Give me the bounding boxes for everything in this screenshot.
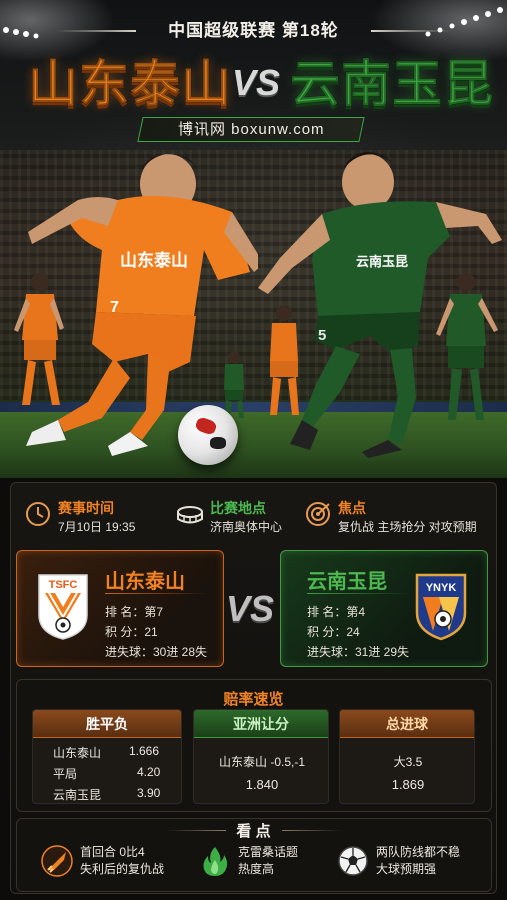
home-jersey-text: 山东泰山 <box>120 250 188 270</box>
home-rank: 排 名：第7 <box>105 605 164 619</box>
away-card-divider <box>307 593 411 594</box>
key-point-item: 首回合 0比4 失利后的复仇战 <box>40 842 190 886</box>
match-time-value: 7月10日 19:35 <box>58 520 136 534</box>
key-point-line1: 两队防线都不稳 <box>376 845 461 859</box>
target-icon <box>306 502 330 526</box>
away-crest-text: YNYK <box>426 582 457 594</box>
away-jersey-text: 云南玉昆 <box>356 254 408 269</box>
key-point-text: 克雷桑话题 热度高 <box>238 844 298 878</box>
away-card-name: 云南玉昆 <box>307 571 387 593</box>
key-point-item: 两队防线都不稳 大球预期强 <box>336 842 486 886</box>
odds-wdl-header: 胜平负 <box>33 710 181 738</box>
odds-asian-box[interactable]: 亚洲让分 山东泰山 -0.5,-1 1.840 <box>193 709 329 804</box>
home-team-card[interactable]: TSFC 山东泰山 排 名：第7 积 分：21 进失球：30进 28失 <box>16 550 224 667</box>
soccer-ball <box>178 405 238 465</box>
focus-value: 复仇战 主场抢分 对攻预期 <box>338 520 477 534</box>
away-goals: 进失球：31进 29失 <box>307 645 410 659</box>
home-team-crest-icon: TSFC <box>38 574 88 640</box>
middle-vs: VS <box>226 588 275 629</box>
away-team-card[interactable]: 云南玉昆 排 名：第4 积 分：24 进失球：31进 29失 YNYK <box>280 550 488 667</box>
clock-icon <box>26 502 50 526</box>
match-preview-poster: 山东泰山 7 云南玉昆 5 中国超级联赛 第18轮 山东泰山 VS 云南玉昆 博… <box>0 0 507 900</box>
focus-item: 焦点 复仇战 主场抢分 对攻预期 <box>304 488 487 540</box>
match-info-row: 赛事时间 7月10日 19:35 比赛地点 济南奥体中心 焦点 复仇战 主场抢分… <box>20 488 487 540</box>
home-goals: 进失球：30进 28失 <box>105 645 208 659</box>
odds-wdl-draw-value: 4.20 <box>137 765 161 779</box>
odds-wdl-home-label: 山东泰山 <box>53 746 102 760</box>
match-time-item: 赛事时间 7月10日 19:35 <box>24 488 174 540</box>
vs-title: VS <box>232 62 281 103</box>
key-point-line1: 首回合 0比4 <box>80 845 145 859</box>
key-point-text: 两队防线都不稳 大球预期强 <box>376 844 460 878</box>
home-points: 积 分：21 <box>105 625 158 639</box>
home-card-name: 山东泰山 <box>105 571 185 593</box>
odds-wdl-away-label: 云南玉昆 <box>53 788 102 802</box>
away-player-illustration: 云南玉昆 5 <box>258 152 502 458</box>
key-point-item: 克雷桑话题 热度高 <box>198 842 328 886</box>
rocket-icon <box>41 845 73 877</box>
odds-total-header: 总进球 <box>340 710 474 738</box>
site-badge-text: 博讯网 boxunw.com <box>177 121 325 138</box>
venue-item: 比赛地点 济南奥体中心 <box>176 488 316 540</box>
home-team-title: 山东泰山 <box>28 56 232 113</box>
odds-asian-line: 山东泰山 -0.5,-1 <box>218 755 306 769</box>
flame-icon <box>203 847 228 876</box>
odds-wdl-away-value: 3.90 <box>137 786 161 800</box>
odds-total-value: 1.869 <box>391 777 425 792</box>
venue-title: 比赛地点 <box>210 500 266 516</box>
odds-asian-value: 1.840 <box>245 777 279 792</box>
odds-total-line: 大3.5 <box>393 755 423 769</box>
home-jersey-number: 7 <box>110 299 119 316</box>
odds-asian-header: 亚洲让分 <box>194 710 328 738</box>
odds-wdl-home-value: 1.666 <box>129 744 160 758</box>
focus-title: 焦点 <box>338 500 366 516</box>
away-rank: 排 名：第4 <box>307 605 366 619</box>
odds-wdl-draw-label: 平局 <box>53 767 78 781</box>
odds-total-box[interactable]: 总进球 大3.5 1.869 <box>339 709 475 804</box>
key-point-line1: 克雷桑话题 <box>238 845 299 859</box>
stadium-icon <box>177 506 203 524</box>
key-point-text: 首回合 0比4 失利后的复仇战 <box>80 844 164 878</box>
key-point-line2: 大球预期强 <box>376 862 437 876</box>
away-points: 积 分：24 <box>307 625 360 639</box>
match-time-title: 赛事时间 <box>58 500 114 516</box>
venue-value: 济南奥体中心 <box>210 520 283 534</box>
away-team-title: 云南玉昆 <box>290 56 494 113</box>
odds-title: 赔率速览 <box>223 691 284 708</box>
away-team-crest-icon: YNYK <box>415 573 467 641</box>
home-crest-text: TSFC <box>49 579 78 591</box>
home-card-divider <box>105 593 209 594</box>
away-jersey-number: 5 <box>318 327 326 344</box>
site-badge[interactable]: 博讯网 boxunw.com <box>137 117 365 142</box>
soccer-ball-icon <box>338 846 368 876</box>
key-point-line2: 热度高 <box>238 862 275 876</box>
key-points-title: 看 点 <box>236 823 271 840</box>
league-round-title: 中国超级联赛 第18轮 <box>168 21 339 40</box>
key-point-line2: 失利后的复仇战 <box>80 862 165 876</box>
odds-wdl-box[interactable]: 胜平负 山东泰山 1.666 平局 4.20 云南玉昆 3.90 <box>32 709 182 804</box>
